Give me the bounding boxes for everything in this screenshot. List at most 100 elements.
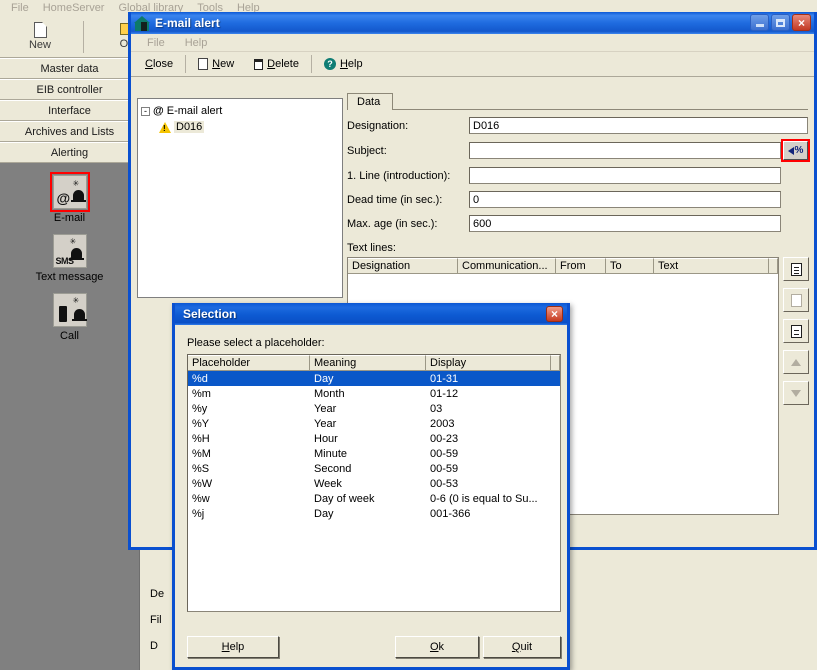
list-item[interactable]: %y Year 03 bbox=[188, 401, 560, 416]
tree-root-node[interactable]: - @ E-mail alert bbox=[141, 103, 339, 119]
cell-placeholder: %d bbox=[192, 372, 208, 385]
sidebar-item-eib-controller[interactable]: EIB controller bbox=[0, 79, 139, 100]
email-alert-titlebar[interactable]: E-mail alert × bbox=[131, 12, 814, 34]
ok-button[interactable]: Ok bbox=[395, 636, 479, 658]
new-document-icon bbox=[198, 58, 209, 70]
close-toolbar-button[interactable]: Close bbox=[135, 54, 183, 74]
max-age-input[interactable]: 600 bbox=[469, 215, 781, 232]
insert-placeholder-button[interactable]: % bbox=[781, 139, 810, 162]
list-item[interactable]: %Y Year 2003 bbox=[188, 416, 560, 431]
email-alert-toolbar: Close New Delete ? Help bbox=[131, 52, 814, 77]
column-header-designation[interactable]: Designation bbox=[348, 258, 458, 274]
sidebar-label-interface: Interface bbox=[48, 104, 91, 117]
column-header-display[interactable]: Display bbox=[426, 355, 551, 371]
sidebar-item-alerting[interactable]: Alerting bbox=[0, 142, 139, 163]
phone-alert-icon[interactable]: ✳ bbox=[52, 293, 87, 327]
toolbar-new-label: New bbox=[28, 39, 51, 51]
list-item[interactable]: %S Second 00-59 bbox=[188, 461, 560, 476]
selection-dialog-titlebar[interactable]: Selection × bbox=[175, 303, 567, 325]
dead-time-input[interactable]: 0 bbox=[469, 191, 781, 208]
tree-expander-icon[interactable]: - bbox=[141, 106, 150, 116]
sidebar-label-eib-controller: EIB controller bbox=[36, 83, 103, 96]
sidebar-item-master-data[interactable]: Master data bbox=[0, 58, 139, 79]
mail-menu-help[interactable]: Help bbox=[175, 37, 218, 49]
email-alert-icon: @ bbox=[153, 105, 164, 117]
field-row-designation: Designation: D016 bbox=[347, 117, 808, 134]
list-item[interactable]: %j Day 001-366 bbox=[188, 506, 560, 521]
menu-homeserver[interactable]: HomeServer bbox=[36, 2, 112, 14]
field-row-dead-time: Dead time (in sec.): 0 bbox=[347, 191, 808, 208]
help-circle-icon: ? bbox=[323, 58, 336, 70]
designation-input[interactable]: D016 bbox=[469, 117, 808, 134]
list-item[interactable]: %m Month 01-12 bbox=[188, 386, 560, 401]
menu-file[interactable]: File bbox=[4, 2, 36, 14]
sidebar-label-alerting: Alerting bbox=[50, 146, 89, 159]
maximize-button[interactable] bbox=[771, 14, 790, 31]
close-button[interactable]: × bbox=[792, 14, 811, 31]
cell-display: 01-12 bbox=[430, 387, 459, 400]
sidebar-item-interface[interactable]: Interface bbox=[0, 100, 139, 121]
help-button[interactable]: Help bbox=[187, 636, 279, 658]
cell-placeholder: %H bbox=[192, 432, 210, 445]
column-header-text[interactable]: Text bbox=[654, 258, 769, 274]
nav-icon-call[interactable]: ✳ Call bbox=[52, 293, 87, 342]
mobile-phone-icon bbox=[58, 306, 67, 322]
cell-meaning: Week bbox=[314, 477, 342, 490]
at-symbol-icon: @ bbox=[56, 190, 71, 206]
mail-menu-file[interactable]: File bbox=[137, 37, 175, 49]
selection-prompt: Please select a placeholder: bbox=[187, 337, 325, 349]
help-toolbar-button[interactable]: ? Help bbox=[314, 54, 373, 74]
nav-icon-email[interactable]: ✳ @ E-mail bbox=[49, 172, 90, 224]
nav-icon-text-message[interactable]: ✳ SMS Text message bbox=[36, 234, 103, 283]
column-header-meaning[interactable]: Meaning bbox=[310, 355, 426, 371]
cell-meaning: Year bbox=[314, 417, 337, 430]
toolbar-new-button[interactable]: New bbox=[0, 17, 80, 57]
column-header-to[interactable]: To bbox=[606, 258, 654, 274]
close-icon: × bbox=[797, 15, 805, 30]
subject-input[interactable] bbox=[469, 142, 781, 159]
edit-row-button[interactable] bbox=[783, 319, 809, 343]
home-icon bbox=[134, 15, 150, 31]
list-item[interactable]: %w Day of week 0-6 (0 is equal to Su... bbox=[188, 491, 560, 506]
maximize-icon bbox=[776, 18, 785, 27]
close-icon: × bbox=[550, 307, 558, 321]
alert-tree-view[interactable]: - @ E-mail alert D016 bbox=[137, 98, 343, 298]
sidebar-item-archives-and-lists[interactable]: Archives and Lists bbox=[0, 121, 139, 142]
email-alert-icon[interactable]: ✳ @ bbox=[49, 172, 90, 212]
column-header-from[interactable]: From bbox=[556, 258, 606, 274]
selection-dialog-title: Selection bbox=[183, 307, 237, 321]
copy-icon bbox=[790, 293, 802, 307]
tab-data-label: Data bbox=[357, 96, 381, 108]
list-item[interactable]: %W Week 00-53 bbox=[188, 476, 560, 491]
sidebar-label-archives-and-lists: Archives and Lists bbox=[24, 125, 115, 138]
intro-line-input[interactable] bbox=[469, 167, 781, 184]
minimize-icon bbox=[755, 24, 764, 27]
placeholder-list[interactable]: Placeholder Meaning Display %d Day 01-31… bbox=[187, 354, 561, 612]
cell-display: 001-366 bbox=[430, 507, 471, 520]
column-header-communication[interactable]: Communication... bbox=[458, 258, 556, 274]
delete-toolbar-button[interactable]: Delete bbox=[244, 54, 309, 74]
selection-close-button[interactable]: × bbox=[546, 306, 563, 322]
intro-line-label: 1. Line (introduction): bbox=[347, 169, 451, 182]
sms-alert-icon[interactable]: ✳ SMS bbox=[52, 234, 87, 268]
text-lines-label: Text lines: bbox=[347, 242, 396, 254]
column-header-extra[interactable] bbox=[769, 258, 778, 274]
cell-display: 03 bbox=[430, 402, 443, 415]
cell-meaning: Month bbox=[314, 387, 345, 400]
new-row-button[interactable] bbox=[783, 257, 809, 281]
column-header-placeholder[interactable]: Placeholder bbox=[188, 355, 310, 371]
cell-meaning: Day of week bbox=[314, 492, 375, 505]
cell-placeholder: %M bbox=[192, 447, 211, 460]
quit-button[interactable]: Quit bbox=[483, 636, 561, 658]
list-item[interactable]: %H Hour 00-23 bbox=[188, 431, 560, 446]
tab-data[interactable]: Data bbox=[347, 93, 394, 110]
list-item[interactable]: %d Day 01-31 bbox=[188, 371, 560, 386]
list-item[interactable]: %M Minute 00-59 bbox=[188, 446, 560, 461]
minimize-button[interactable] bbox=[750, 14, 769, 31]
text-lines-header-row: Designation Communication... From To Tex… bbox=[348, 258, 778, 274]
cell-placeholder: %y bbox=[192, 402, 208, 415]
arrow-down-icon bbox=[791, 389, 801, 397]
new-toolbar-button[interactable]: New bbox=[188, 54, 244, 74]
tree-child-node[interactable]: D016 bbox=[141, 119, 339, 135]
email-alert-window-title: E-mail alert bbox=[155, 16, 220, 30]
